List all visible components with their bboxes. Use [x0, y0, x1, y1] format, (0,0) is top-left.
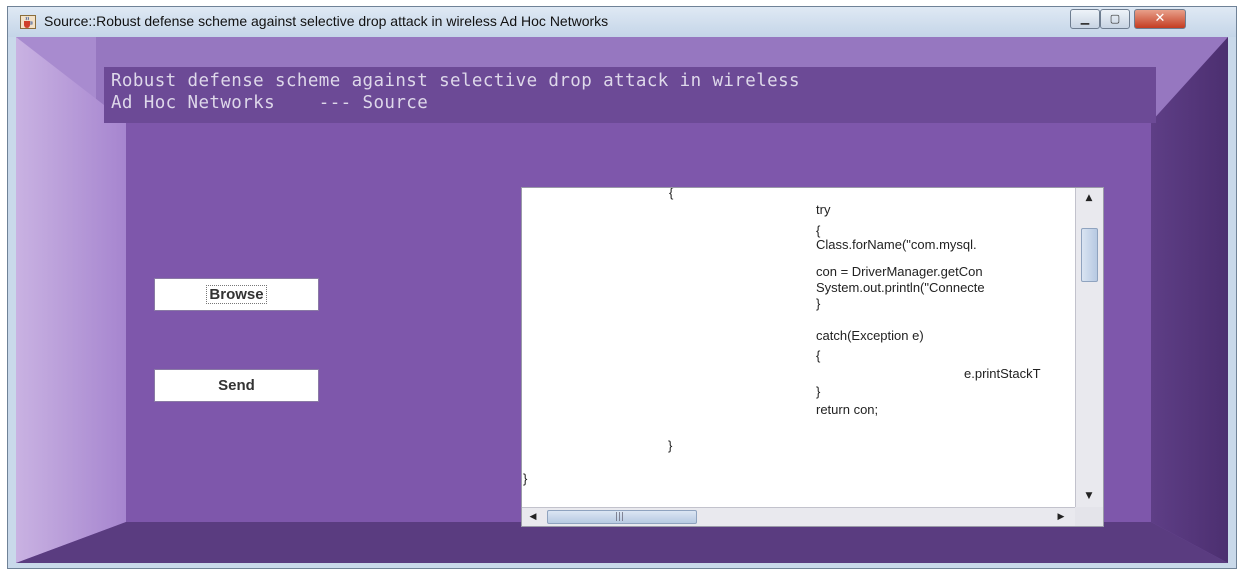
code-line: return con; — [816, 402, 879, 417]
code-line: } — [523, 471, 528, 486]
code-line: { — [669, 188, 674, 200]
browse-button[interactable]: Browse — [154, 278, 319, 311]
maximize-button[interactable]: ▢ — [1100, 9, 1130, 29]
code-line: } — [816, 384, 821, 399]
java-cup-icon — [20, 15, 36, 29]
vertical-scrollbar[interactable]: ▲ ▼ — [1075, 188, 1103, 507]
code-line: catch(Exception e) — [816, 328, 924, 343]
maximize-icon: ▢ — [1109, 12, 1121, 25]
content-panel: Robust defense scheme against selective … — [16, 37, 1228, 563]
page-title: Robust defense scheme against selective … — [111, 71, 800, 113]
code-line: { — [816, 223, 821, 238]
minimize-button[interactable]: ▁ — [1070, 9, 1100, 29]
down-arrow-icon[interactable]: ▼ — [1076, 488, 1102, 504]
code-scroll-pane[interactable]: { try { Class.forName("com.mysql. con = … — [521, 187, 1104, 527]
minimize-icon: ▁ — [1080, 12, 1090, 25]
code-line: { — [816, 348, 821, 363]
code-line: e.printStackT — [964, 366, 1041, 381]
code-text-area[interactable]: { try { Class.forName("com.mysql. con = … — [522, 188, 1075, 507]
browse-button-label: Browse — [206, 285, 267, 304]
header-banner: Robust defense scheme against selective … — [104, 67, 1156, 123]
code-line: System.out.println("Connecte — [816, 280, 985, 295]
vertical-scroll-thumb[interactable] — [1081, 228, 1098, 282]
horizontal-scrollbar[interactable]: ◀ ||| ▶ — [522, 507, 1075, 526]
left-arrow-icon[interactable]: ◀ — [525, 509, 541, 525]
right-arrow-icon[interactable]: ▶ — [1053, 509, 1069, 525]
code-line: } — [816, 296, 821, 311]
window-title: Source::Robust defense scheme against se… — [44, 13, 609, 29]
close-button[interactable]: ✕ — [1134, 9, 1186, 29]
code-line: try — [816, 202, 831, 217]
grip-icon: ||| — [615, 512, 625, 522]
horizontal-scroll-thumb[interactable]: ||| — [547, 510, 697, 524]
scroll-corner — [1075, 507, 1103, 526]
send-button[interactable]: Send — [154, 369, 319, 402]
up-arrow-icon[interactable]: ▲ — [1076, 190, 1102, 206]
send-button-label: Send — [218, 377, 255, 394]
title-bar[interactable]: Source::Robust defense scheme against se… — [8, 7, 1236, 37]
code-line: } — [668, 438, 673, 453]
code-line: con = DriverManager.getCon — [816, 264, 983, 279]
close-icon: ✕ — [1154, 11, 1166, 26]
application-window: Source::Robust defense scheme against se… — [7, 6, 1237, 569]
code-line: Class.forName("com.mysql. — [816, 237, 977, 252]
